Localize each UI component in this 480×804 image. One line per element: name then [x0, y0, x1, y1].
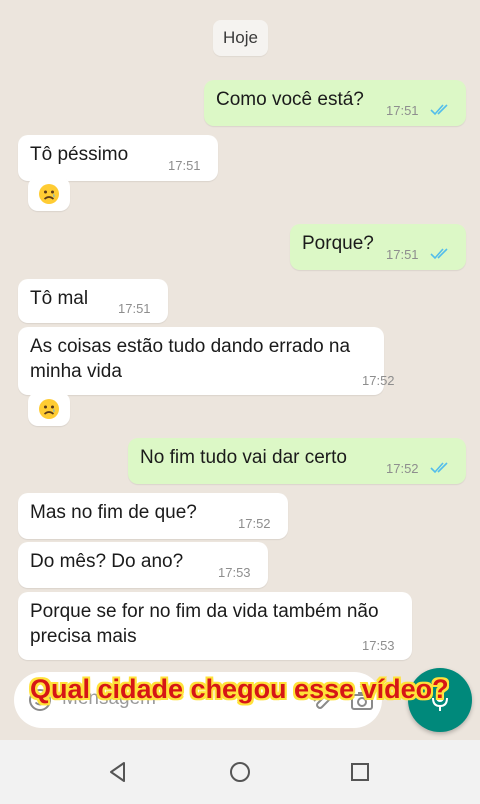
- system-navigation-bar: [0, 740, 480, 804]
- recents-icon[interactable]: [350, 762, 370, 782]
- read-ticks-icon: [430, 248, 448, 260]
- message-text: Tô péssimo: [30, 144, 129, 165]
- incoming-message[interactable]: As coisas estão tudo dando errado na min…: [18, 327, 395, 395]
- message-text: No fim tudo vai dar certo: [140, 447, 347, 468]
- message-time: 17:51: [386, 103, 419, 118]
- message-time: 17:51: [386, 247, 419, 262]
- date-divider: Hoje: [213, 20, 268, 56]
- read-ticks-icon: [430, 462, 448, 474]
- sad-face-icon: [39, 184, 59, 204]
- message-text: Tô mal: [30, 288, 89, 309]
- message-text: As coisas estão tudo dando errado na min…: [30, 336, 351, 382]
- outgoing-message[interactable]: Como você está? 17:51: [204, 80, 466, 126]
- incoming-message[interactable]: Tô mal 17:51: [18, 279, 168, 323]
- message-text: Como você está?: [216, 89, 364, 110]
- incoming-message[interactable]: Porque se for no fim da vida também não …: [18, 592, 412, 660]
- message-time: 17:51: [168, 158, 201, 173]
- message-time: 17:51: [118, 301, 151, 316]
- outgoing-message[interactable]: Porque? 17:51: [290, 224, 466, 270]
- message-text: Mas no fim de que?: [30, 502, 197, 523]
- message-time: 17:52: [238, 516, 271, 531]
- message-time: 17:53: [218, 565, 251, 580]
- incoming-message[interactable]: Mas no fim de que? 17:52: [18, 493, 288, 539]
- back-icon[interactable]: [108, 761, 128, 783]
- overlay-caption: Qual cidade chegou esse vídeo?: [30, 674, 449, 704]
- incoming-emoji-message[interactable]: [28, 392, 70, 426]
- home-icon[interactable]: [229, 761, 251, 783]
- message-text: Porque?: [302, 233, 374, 254]
- read-ticks-icon: [430, 104, 448, 116]
- message-text: Do mês? Do ano?: [30, 551, 184, 572]
- message-time: 17:52: [362, 373, 395, 388]
- incoming-message[interactable]: Do mês? Do ano? 17:53: [18, 542, 268, 588]
- outgoing-message[interactable]: No fim tudo vai dar certo 17:52: [128, 438, 466, 484]
- message-time: 17:53: [362, 638, 395, 653]
- chat-area[interactable]: Hoje Como você está? 17:51 Tô péssimo 17…: [0, 0, 480, 740]
- message-time: 17:52: [386, 461, 419, 476]
- message-text: Porque se for no fim da vida também não …: [30, 601, 379, 647]
- incoming-message[interactable]: Tô péssimo 17:51: [18, 135, 218, 181]
- sad-face-icon: [39, 399, 59, 419]
- incoming-emoji-message[interactable]: [28, 177, 70, 211]
